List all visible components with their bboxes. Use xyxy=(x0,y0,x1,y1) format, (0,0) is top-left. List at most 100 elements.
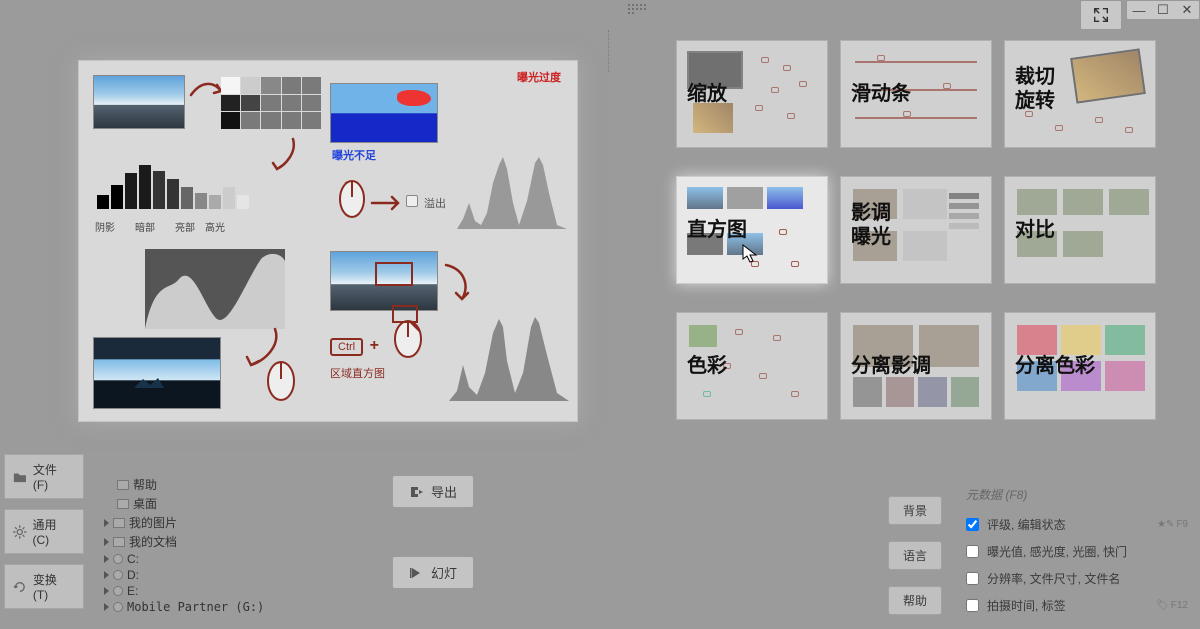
metadata-panel: 元数据 (F8) 评级, 编辑状态 ★✎F9 曝光值, 感光度, 光圈, 快门 分… xyxy=(962,486,1192,619)
folder-tree: 帮助 桌面 我的图片 我的文档 C: D: E: Mobile Partner … xyxy=(104,475,334,615)
expand-icon[interactable] xyxy=(104,571,109,579)
checkbox[interactable] xyxy=(966,518,979,531)
checkbox[interactable] xyxy=(966,572,979,585)
disk-icon xyxy=(113,602,123,612)
folder-icon xyxy=(117,499,129,509)
underexposed-label: 曝光不足 xyxy=(332,147,376,163)
plus-symbol: + xyxy=(370,337,379,354)
card-title: 色彩 xyxy=(687,349,727,378)
expand-icon[interactable] xyxy=(104,519,109,527)
tutorial-card-color[interactable]: 色彩 xyxy=(676,312,828,420)
preview-cell-regionhist: Ctrl + 区域直方图 xyxy=(330,243,563,407)
tree-item[interactable]: 我的图片 xyxy=(104,513,334,532)
action-label: 文件 (F) xyxy=(33,461,75,492)
tutorial-card-zoom[interactable]: 缩放 xyxy=(676,40,828,148)
tree-item[interactable]: C: xyxy=(104,551,334,567)
tree-label: 我的图片 xyxy=(129,514,177,531)
maximize-button[interactable]: ☐ xyxy=(1151,1,1175,19)
tree-label: C: xyxy=(127,552,139,566)
metadata-item[interactable]: 评级, 编辑状态 ★✎F9 xyxy=(962,511,1192,538)
tutorial-card-slider[interactable]: 滑动条 xyxy=(840,40,992,148)
folder-icon xyxy=(117,480,129,490)
tutorial-grid: 缩放 滑动条 裁切 旋转 直方图 xyxy=(676,40,1176,420)
card-title: 影调 曝光 xyxy=(851,201,891,249)
slideshow-button[interactable]: 幻灯 xyxy=(392,556,474,589)
expand-icon[interactable] xyxy=(104,538,109,546)
folder-icon xyxy=(113,537,125,547)
tree-label: D: xyxy=(127,568,139,582)
item-label: 分辨率, 文件尺寸, 文件名 xyxy=(987,570,1120,587)
zone-label: 暗部 xyxy=(135,219,155,234)
button-label: 幻灯 xyxy=(431,563,457,582)
card-title: 直方图 xyxy=(687,213,747,242)
tree-item[interactable]: 桌面 xyxy=(104,494,334,513)
panel-drag-handle[interactable] xyxy=(628,0,648,28)
shortcut-hint: ★✎F9 xyxy=(1157,519,1188,530)
help-button[interactable]: 帮助 xyxy=(888,586,942,615)
card-title: 分离影调 xyxy=(851,349,931,378)
tree-item[interactable]: D: xyxy=(104,567,334,583)
action-label: 通用 (C) xyxy=(33,516,75,547)
checkbox[interactable] xyxy=(966,545,979,558)
tutorial-card-crop-rotate[interactable]: 裁切 旋转 xyxy=(1004,40,1156,148)
tree-label: Mobile Partner (G:) xyxy=(127,600,264,614)
region-histogram-label: 区域直方图 xyxy=(330,365,385,381)
tutorial-card-splittone[interactable]: 分离影调 xyxy=(840,312,992,420)
button-label: 导出 xyxy=(431,482,457,501)
tutorial-card-splitcolor[interactable]: 分离色彩 xyxy=(1004,312,1156,420)
action-label: 变换 (T) xyxy=(33,571,75,602)
disk-icon xyxy=(113,586,123,596)
tree-item[interactable]: 我的文档 xyxy=(104,532,334,551)
tree-label: 我的文档 xyxy=(129,533,177,550)
preview-cell-clipping: 曝光过度 曝光不足 溢出 xyxy=(330,75,563,239)
metadata-header: 元数据 (F8) xyxy=(962,486,1192,503)
overflow-checkbox[interactable] xyxy=(406,195,418,207)
expand-icon[interactable] xyxy=(104,603,109,611)
minimize-button[interactable]: — xyxy=(1127,1,1151,19)
left-action-transform[interactable]: 变换 (T) xyxy=(4,564,84,609)
zone-label: 阴影 xyxy=(95,219,115,234)
close-button[interactable]: ✕ xyxy=(1175,1,1199,19)
tree-item[interactable]: 帮助 xyxy=(104,475,334,494)
metadata-item[interactable]: 分辨率, 文件尺寸, 文件名 xyxy=(962,565,1192,592)
export-button[interactable]: 导出 xyxy=(392,475,474,508)
tutorial-card-tone-exposure[interactable]: 影调 曝光 xyxy=(840,176,992,284)
tree-item[interactable]: Mobile Partner (G:) xyxy=(104,599,334,615)
tree-label: 帮助 xyxy=(133,476,157,493)
ctrl-key: Ctrl xyxy=(330,338,363,356)
card-title: 对比 xyxy=(1015,213,1055,242)
checkbox[interactable] xyxy=(966,599,979,612)
disk-icon xyxy=(113,570,123,580)
overexposed-label: 曝光过度 xyxy=(517,69,561,85)
tree-label: E: xyxy=(127,584,138,598)
metadata-item[interactable]: 曝光值, 感光度, 光圈, 快门 xyxy=(962,538,1192,565)
card-title: 滑动条 xyxy=(851,77,911,106)
shortcut-hint: 🏷F12 xyxy=(1156,600,1188,611)
tree-label: 桌面 xyxy=(133,495,157,512)
card-title: 分离色彩 xyxy=(1015,349,1095,378)
overflow-label: 溢出 xyxy=(424,195,446,211)
card-title: 裁切 旋转 xyxy=(1015,65,1055,113)
background-button[interactable]: 背景 xyxy=(888,496,942,525)
fullscreen-button[interactable] xyxy=(1080,0,1122,30)
item-label: 拍摄时间, 标签 xyxy=(987,597,1066,614)
expand-icon[interactable] xyxy=(104,555,109,563)
zone-label: 亮部 xyxy=(175,219,195,234)
disk-icon xyxy=(113,554,123,564)
metadata-item[interactable]: 拍摄时间, 标签 🏷F12 xyxy=(962,592,1192,619)
item-label: 评级, 编辑状态 xyxy=(987,516,1066,533)
preview-cell-curve xyxy=(93,243,326,407)
item-label: 曝光值, 感光度, 光圈, 快门 xyxy=(987,543,1127,560)
folder-icon xyxy=(113,518,125,528)
tree-item[interactable]: E: xyxy=(104,583,334,599)
language-button[interactable]: 语言 xyxy=(888,541,942,570)
left-action-file[interactable]: 文件 (F) xyxy=(4,454,84,499)
expand-icon[interactable] xyxy=(104,587,109,595)
tutorial-card-histogram[interactable]: 直方图 xyxy=(676,176,828,284)
window-controls: — ☐ ✕ xyxy=(1080,0,1200,30)
tutorial-preview-card: 阴影 暗部 亮部 高光 曝光过度 曝光不足 溢出 xyxy=(78,60,578,422)
preview-cell-tonezones: 阴影 暗部 亮部 高光 xyxy=(93,75,326,239)
tutorial-card-contrast[interactable]: 对比 xyxy=(1004,176,1156,284)
left-action-general[interactable]: 通用 (C) xyxy=(4,509,84,554)
card-title: 缩放 xyxy=(687,77,727,106)
